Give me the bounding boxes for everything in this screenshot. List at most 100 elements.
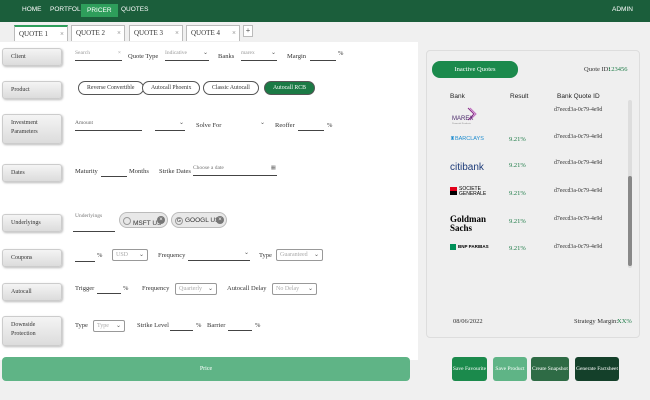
- close-icon[interactable]: ×: [117, 29, 121, 37]
- scrollbar-thumb[interactable]: [628, 176, 632, 266]
- coupon-currency-select[interactable]: USD ⌄: [112, 249, 148, 261]
- margin-label: Margin: [287, 53, 307, 60]
- close-icon[interactable]: ×: [175, 29, 179, 37]
- autocall-frequency-label: Frequency: [142, 285, 170, 292]
- bnp-logo-square: [450, 244, 456, 250]
- product-autocall-rcb[interactable]: Autocall RCB: [264, 81, 316, 95]
- close-icon[interactable]: ×: [60, 30, 64, 38]
- underlyings-input[interactable]: [73, 221, 115, 232]
- table-row: Goldman Sachs 9.21% d7eecd3a-0c79-4e9d: [450, 212, 630, 236]
- chevron-down-icon: ⌄: [138, 252, 144, 258]
- quote-date: 08/06/2022: [453, 318, 483, 325]
- barrier-input[interactable]: [228, 320, 252, 331]
- solve-for-select[interactable]: ⌄: [252, 120, 266, 131]
- header-bank: Bank: [450, 93, 465, 100]
- bank-quote-id: d7eecd3a-0c79-4e9d: [554, 134, 603, 140]
- g-icon: G: [175, 217, 183, 225]
- generate-factsheet-button[interactable]: Generate Factsheet: [575, 357, 619, 381]
- strike-date-picker[interactable]: Choose a date ▦: [193, 165, 277, 176]
- frequency-value: Quarterly: [179, 286, 202, 292]
- coupon-rate-input[interactable]: [75, 251, 95, 262]
- top-nav: HOME PORTFOLIO PRICER QUOTES ADMIN: [0, 0, 650, 22]
- save-favourite-button[interactable]: Save Favourite: [452, 357, 487, 381]
- strike-level-input[interactable]: [170, 320, 193, 331]
- tab-quote-2[interactable]: QUOTE 2 ×: [71, 25, 125, 41]
- close-icon[interactable]: ×: [157, 216, 165, 224]
- chevron-down-icon: ⌄: [313, 252, 319, 258]
- chevron-down-icon: ⌄: [178, 120, 184, 126]
- maturity-input[interactable]: [101, 166, 127, 177]
- amount-placeholder: Amount: [75, 120, 94, 126]
- chip-googl[interactable]: G GOOGL US ×: [171, 212, 227, 228]
- coupon-type-select[interactable]: Guaranteed ⌄: [276, 249, 323, 261]
- price-button[interactable]: Price: [2, 357, 410, 381]
- product-classic-autocall[interactable]: Classic Autocall: [203, 81, 259, 95]
- nav-admin[interactable]: ADMIN: [612, 6, 633, 13]
- table-row: BNP PARIBAS 9.21% d7eecd3a-0c79-4e9d: [450, 241, 630, 265]
- solve-for-label: Solve For: [196, 122, 222, 129]
- bank-quote-id: d7eecd3a-0c79-4e9d: [554, 160, 603, 166]
- close-icon[interactable]: ×: [216, 216, 224, 224]
- reoffer-input[interactable]: [298, 120, 324, 131]
- calendar-icon: ▦: [270, 165, 276, 171]
- barclays-logo: ♜BARCLAYS: [450, 136, 484, 142]
- bank-name: BARCLAYS: [454, 136, 484, 142]
- chip-msft[interactable]: MSFT US ×: [119, 212, 168, 228]
- add-tab-button[interactable]: +: [243, 25, 253, 37]
- citibank-logo: citibank: [450, 162, 484, 173]
- type-value: Type: [97, 323, 109, 329]
- coupon-frequency-select[interactable]: ⌄: [188, 250, 250, 261]
- banks-label: Banks: [218, 53, 235, 60]
- quote-type-select[interactable]: Indicative ⌄: [165, 50, 209, 61]
- nav-quotes[interactable]: QUOTES: [121, 6, 148, 13]
- nav-home[interactable]: HOME: [22, 6, 42, 13]
- tab-quote-4[interactable]: QUOTE 4 ×: [186, 25, 240, 41]
- inactive-quotes-badge[interactable]: Inactive Quotes: [432, 61, 518, 78]
- marex-logo: MAREX Financial Products: [450, 106, 484, 126]
- tab-label: QUOTE 3: [134, 29, 163, 37]
- months-label: Months: [129, 168, 149, 175]
- socgen-logo-bottom: [450, 191, 457, 195]
- label-client: Client: [2, 48, 62, 66]
- clear-icon[interactable]: ×: [118, 50, 121, 56]
- date-placeholder: Choose a date: [193, 165, 224, 171]
- save-product-button[interactable]: Save Product: [493, 357, 527, 381]
- margin-input[interactable]: [310, 50, 336, 61]
- bank-name: SOCIETE GENERALE: [459, 186, 487, 197]
- quote-tabs: QUOTE 1 × QUOTE 2 × QUOTE 3 × QUOTE 4 ×: [0, 22, 650, 42]
- nav-pricer[interactable]: PRICER: [81, 4, 118, 17]
- chevron-down-icon: ⌄: [202, 50, 208, 56]
- bank-quote-id: d7eecd3a-0c79-4e9d: [554, 107, 603, 113]
- bank-name: BNP PARIBAS: [458, 244, 489, 249]
- autocall-frequency-select[interactable]: Quarterly ⌄: [175, 283, 217, 295]
- bank-quote-id: d7eecd3a-0c79-4e9d: [554, 244, 603, 250]
- tab-quote-1[interactable]: QUOTE 1 ×: [14, 25, 68, 41]
- header-result: Result: [510, 93, 529, 100]
- close-icon[interactable]: ×: [232, 29, 236, 37]
- autocall-delay-select[interactable]: No Delay ⌄: [272, 283, 317, 295]
- chevron-down-icon: ⌄: [307, 286, 313, 292]
- banks-select[interactable]: marex ⌄: [241, 50, 277, 61]
- label-autocall: Autocall: [2, 283, 62, 301]
- product-autocall-phoenix[interactable]: Autocall Phoenix: [142, 81, 201, 95]
- reoffer-label: Reoffer: [275, 122, 295, 129]
- underlyings-placeholder: Underlyings: [75, 213, 103, 219]
- coupon-type-label: Type: [259, 252, 272, 259]
- amount-input[interactable]: Amount: [75, 120, 142, 131]
- client-search-input[interactable]: Search ×: [75, 50, 122, 61]
- currency-select[interactable]: ⌄: [155, 120, 185, 131]
- tab-label: QUOTE 4: [191, 29, 220, 37]
- autocall-delay-label: Autocall Delay: [227, 285, 267, 292]
- bank-result: 9.21%: [509, 245, 526, 252]
- coupon-frequency-label: Frequency: [158, 252, 186, 259]
- tab-quote-3[interactable]: QUOTE 3 ×: [129, 25, 183, 41]
- table-row: citibank 9.21% d7eecd3a-0c79-4e9d: [450, 158, 630, 182]
- bank-result: 9.21%: [509, 136, 526, 143]
- create-snapshot-button[interactable]: Create Snapshot: [531, 357, 569, 381]
- trigger-input[interactable]: [97, 283, 121, 294]
- label-downside: Downside Protection: [2, 316, 62, 346]
- product-reverse-convertible[interactable]: Reverse Convertible: [78, 81, 144, 95]
- trigger-label: Trigger: [75, 285, 95, 292]
- table-row: MAREX Financial Products d7eecd3a-0c79-4…: [450, 104, 630, 128]
- downside-type-select[interactable]: Type ⌄: [93, 320, 125, 332]
